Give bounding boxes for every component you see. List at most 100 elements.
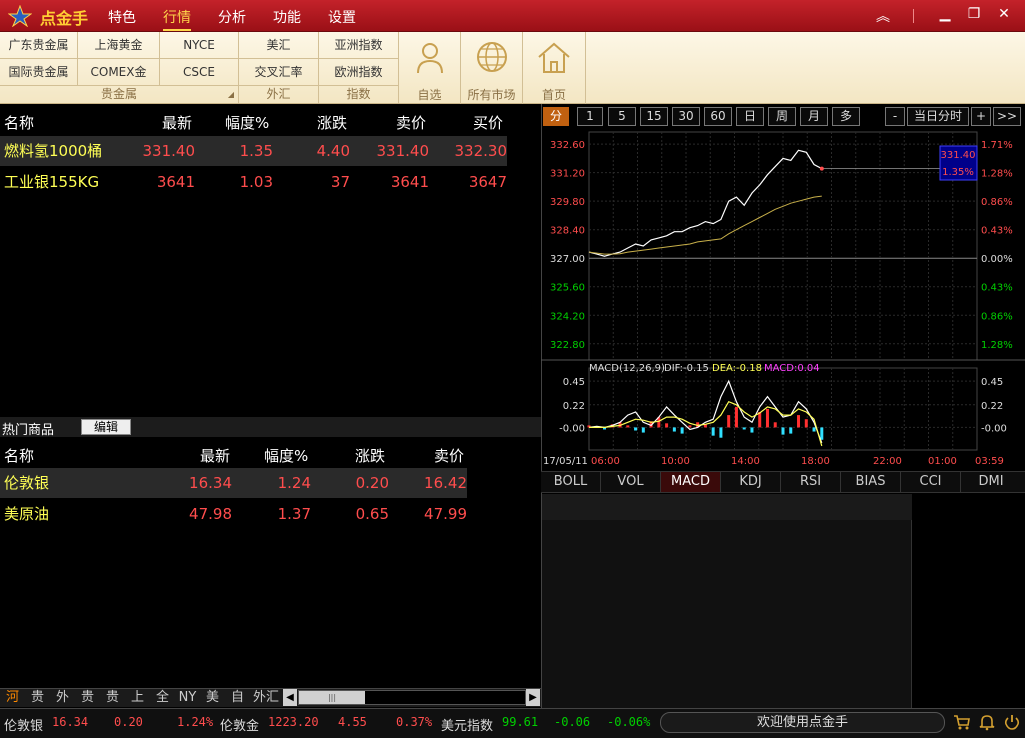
- macd-dea: DEA:-0.18: [712, 363, 762, 374]
- market-tab[interactable]: NY: [175, 689, 200, 707]
- intraday-chart[interactable]: 332.60 331.20 329.80 328.40 327.00 325.60 324.…: [541, 128, 1025, 472]
- col-bid[interactable]: 买价: [473, 112, 503, 133]
- hot-title: 热门商品: [2, 423, 55, 438]
- tb-usd[interactable]: 美汇: [239, 32, 319, 59]
- col-name[interactable]: 名称: [4, 112, 34, 133]
- close-icon[interactable]: ✕: [993, 6, 1015, 22]
- tab-boll[interactable]: BOLL: [541, 472, 601, 492]
- table-row[interactable]: 工业银155KG 3641 1.03 37 3641 3647: [0, 167, 507, 197]
- tb-guangdong-metals[interactable]: 广东贵金属: [0, 32, 78, 59]
- tb-csce[interactable]: CSCE: [160, 59, 239, 86]
- col-ask[interactable]: 卖价: [396, 112, 426, 133]
- market-tab[interactable]: 全: [150, 689, 175, 707]
- col-chg[interactable]: 涨跌: [317, 112, 347, 133]
- power-icon[interactable]: [1003, 713, 1021, 731]
- table-row[interactable]: 美原油 47.98 1.37 0.65 47.99: [0, 499, 467, 529]
- tb-europe-index[interactable]: 欧洲指数: [319, 59, 399, 86]
- ticker-name[interactable]: 伦敦银: [4, 715, 43, 734]
- tab-kdj[interactable]: KDJ: [721, 472, 781, 492]
- group-forex: 外汇: [239, 86, 319, 103]
- menu-special[interactable]: 特色: [108, 7, 136, 27]
- period-month[interactable]: 月: [800, 107, 828, 126]
- tab-bias[interactable]: BIAS: [841, 472, 901, 492]
- all-markets-button[interactable]: 所有市场: [461, 32, 523, 104]
- market-tab[interactable]: 贵: [75, 689, 100, 707]
- market-tab[interactable]: 河: [0, 689, 25, 707]
- row-pct: 1.35: [239, 142, 273, 160]
- home-button[interactable]: 首页: [523, 32, 586, 104]
- time-tick-label: 22:00: [873, 456, 902, 467]
- period-multi[interactable]: 多: [832, 107, 860, 126]
- menu-quotes[interactable]: 行情: [163, 7, 191, 31]
- tb-nyce[interactable]: NYCE: [160, 32, 239, 59]
- tb-cross-rates[interactable]: 交叉汇率: [239, 59, 319, 86]
- divider: [913, 9, 914, 23]
- time-tick-label: 01:00: [928, 456, 957, 467]
- watchlist-button[interactable]: 自选: [399, 32, 461, 104]
- tab-rsi[interactable]: RSI: [781, 472, 841, 492]
- mode-select[interactable]: 当日分时: [907, 107, 969, 126]
- col-last[interactable]: 最新: [162, 112, 192, 133]
- col-pct[interactable]: 幅度%: [225, 112, 269, 133]
- ticker-chg: 4.55: [338, 715, 367, 729]
- period-1[interactable]: 1: [577, 107, 603, 126]
- tb-shanghai-gold[interactable]: 上海黄金: [78, 32, 160, 59]
- period-minute[interactable]: 分: [543, 107, 569, 126]
- zoom-in-button[interactable]: +: [971, 107, 991, 126]
- tb-asia-index[interactable]: 亚洲指数: [319, 32, 399, 59]
- row-ask: 331.40: [376, 142, 430, 160]
- col-name[interactable]: 名称: [4, 445, 34, 466]
- edit-button[interactable]: 编辑: [81, 419, 131, 435]
- collapse-icon[interactable]: ︽: [872, 6, 894, 26]
- market-tab[interactable]: 自: [225, 689, 250, 707]
- bell-icon[interactable]: [978, 713, 996, 731]
- expand-icon[interactable]: ◢: [228, 86, 234, 103]
- scroll-thumb[interactable]: |||: [299, 691, 365, 704]
- period-day[interactable]: 日: [736, 107, 764, 126]
- market-tab[interactable]: 贵: [25, 689, 50, 707]
- tab-cci[interactable]: CCI: [901, 472, 961, 492]
- col-chg[interactable]: 涨跌: [355, 445, 385, 466]
- market-tab[interactable]: 外汇: [250, 689, 282, 707]
- market-tab[interactable]: 美: [200, 689, 225, 707]
- ticker-pct: -0.06%: [607, 715, 651, 729]
- ticker-name[interactable]: 伦敦金: [220, 715, 259, 734]
- maximize-icon[interactable]: ❐: [963, 6, 985, 22]
- menu-functions[interactable]: 功能: [273, 7, 301, 27]
- time-tick-label: 06:00: [591, 456, 620, 467]
- period-5[interactable]: 5: [608, 107, 636, 126]
- table-row[interactable]: 伦敦银 16.34 1.24 0.20 16.42: [0, 468, 467, 498]
- ticker-last: 99.61: [502, 715, 539, 729]
- dif-line: [588, 379, 823, 444]
- tab-dmi[interactable]: DMI: [961, 472, 1021, 492]
- minimize-icon[interactable]: ▁: [934, 6, 956, 22]
- market-tab[interactable]: 外: [50, 689, 75, 707]
- market-tab[interactable]: 上: [125, 689, 150, 707]
- period-week[interactable]: 周: [768, 107, 796, 126]
- tab-macd[interactable]: MACD: [661, 472, 721, 492]
- menu-settings[interactable]: 设置: [328, 7, 356, 27]
- period-15[interactable]: 15: [640, 107, 668, 126]
- pct-tick-label: 0.86%: [981, 311, 1013, 322]
- scroll-left-icon[interactable]: ◀: [283, 689, 297, 706]
- table-row[interactable]: 燃料氢1000桶 331.40 1.35 4.40 331.40 332.30: [0, 136, 507, 166]
- period-30[interactable]: 30: [672, 107, 700, 126]
- tab-vol[interactable]: VOL: [601, 472, 661, 492]
- col-pct[interactable]: 幅度%: [264, 445, 308, 466]
- ticker-name[interactable]: 美元指数: [441, 715, 493, 734]
- pct-axis: 1.71% 1.28% 0.86% 0.43% 0.00% 0.43% 0.86% 1.28%: [981, 140, 1013, 351]
- tb-intl-metals[interactable]: 国际贵金属: [0, 59, 78, 86]
- col-ask[interactable]: 卖价: [434, 445, 464, 466]
- more-button[interactable]: >>: [993, 107, 1021, 126]
- scroll-right-icon[interactable]: ▶: [526, 689, 540, 706]
- zoom-out-button[interactable]: -: [885, 107, 905, 126]
- col-last[interactable]: 最新: [200, 445, 230, 466]
- tb-comex-gold[interactable]: COMEX金: [78, 59, 160, 86]
- row-last: 47.98: [189, 505, 232, 523]
- market-tab[interactable]: 贵: [100, 689, 125, 707]
- period-60[interactable]: 60: [704, 107, 732, 126]
- menu-analysis[interactable]: 分析: [218, 7, 246, 27]
- ticker-last: 1223.20: [268, 715, 319, 729]
- welcome-message: 欢迎使用点金手: [660, 712, 945, 733]
- cart-icon[interactable]: [953, 713, 971, 731]
